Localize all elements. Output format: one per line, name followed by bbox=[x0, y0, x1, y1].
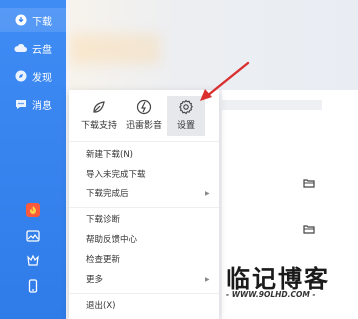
sidebar-item-label: 消息 bbox=[32, 100, 52, 112]
background-blur bbox=[70, 34, 160, 64]
sidebar-item-label: 下载 bbox=[32, 16, 52, 28]
cloud-icon bbox=[14, 42, 27, 55]
submenu-arrow-icon: ▶ bbox=[205, 276, 210, 283]
crown-icon[interactable] bbox=[26, 253, 40, 267]
menu-item-help-feedback[interactable]: 帮助反馈中心 bbox=[86, 234, 137, 246]
menu-item-more[interactable]: 更多 bbox=[86, 274, 103, 286]
folder-icon[interactable] bbox=[303, 178, 315, 188]
message-icon bbox=[14, 98, 27, 111]
folder-icon[interactable] bbox=[303, 224, 315, 234]
submenu-arrow-icon: ▶ bbox=[205, 190, 210, 197]
sidebar-item-message[interactable]: 消息 bbox=[0, 92, 66, 116]
download-support-icon bbox=[93, 101, 105, 113]
download-icon bbox=[14, 14, 27, 27]
sidebar-item-label: 发现 bbox=[32, 72, 52, 84]
main-menu: 下载支持 迅雷影音 设置 新建下载(N) 导入未完成下载 下载完成后 ▶ 下载诊… bbox=[69, 90, 219, 319]
phone-icon[interactable] bbox=[26, 279, 40, 293]
discover-icon bbox=[14, 70, 27, 83]
menu-item-check-update[interactable]: 检查更新 bbox=[86, 254, 120, 266]
watermark-title: 临记博客 bbox=[226, 264, 330, 293]
tool-download-support[interactable]: 下载支持 bbox=[79, 96, 119, 136]
menu-item-diagnose[interactable]: 下载诊断 bbox=[86, 214, 120, 226]
fire-app-icon[interactable] bbox=[26, 203, 40, 217]
tool-player[interactable]: 迅雷影音 bbox=[123, 96, 165, 136]
image-icon[interactable] bbox=[26, 229, 40, 243]
sidebar-item-cloud[interactable]: 云盘 bbox=[0, 36, 66, 60]
menu-divider bbox=[69, 293, 219, 294]
menu-divider bbox=[69, 141, 219, 142]
sidebar-item-download[interactable]: 下载 bbox=[0, 8, 66, 32]
menu-item-import-unfinished[interactable]: 导入未完成下载 bbox=[86, 169, 146, 181]
sidebar-item-discover[interactable]: 发现 bbox=[0, 64, 66, 88]
tool-settings[interactable]: 设置 bbox=[167, 96, 205, 136]
download-list-header bbox=[222, 100, 322, 110]
menu-divider bbox=[69, 207, 219, 208]
watermark-url: - WWW.9OLHD.COM - bbox=[226, 290, 316, 299]
tool-label: 迅雷影音 bbox=[125, 121, 162, 131]
gear-icon bbox=[179, 99, 193, 115]
menu-item-after-download[interactable]: 下载完成后 bbox=[86, 188, 129, 200]
menu-item-new-download[interactable]: 新建下载(N) bbox=[86, 149, 133, 161]
tool-label: 下载支持 bbox=[80, 121, 117, 131]
menu-item-exit[interactable]: 退出(X) bbox=[86, 300, 115, 312]
sidebar: 下载 云盘 发现 消息 bbox=[0, 0, 66, 319]
sidebar-item-label: 云盘 bbox=[32, 44, 52, 56]
player-icon bbox=[136, 99, 152, 115]
tool-label: 设置 bbox=[176, 121, 195, 131]
